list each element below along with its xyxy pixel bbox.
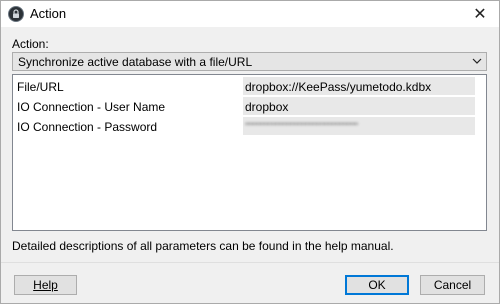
window-title: Action — [30, 6, 67, 21]
parameter-value-field[interactable]: dropbox://KeePass/yumetodo.kdbx — [243, 77, 475, 95]
action-label: Action: — [12, 37, 49, 51]
parameter-value: dropbox://KeePass/yumetodo.kdbx — [245, 80, 432, 94]
parameters-list: File/URL dropbox://KeePass/yumetodo.kdbx… — [12, 74, 487, 231]
footer-divider — [1, 262, 499, 263]
action-dropdown[interactable]: Synchronize active database with a file/… — [12, 52, 487, 71]
close-icon: ✕ — [473, 6, 487, 23]
help-hint-text: Detailed descriptions of all parameters … — [12, 239, 394, 253]
chevron-down-icon — [472, 55, 482, 70]
password-value-obscured: """""""""""""""""""""""""""""" — [245, 120, 358, 134]
cancel-button[interactable]: Cancel — [420, 275, 485, 295]
ok-button[interactable]: OK — [345, 275, 409, 295]
parameter-row-password: IO Connection - Password """""""""""""""… — [13, 116, 486, 136]
cancel-button-label: Cancel — [433, 278, 472, 292]
parameter-row-user-name: IO Connection - User Name dropbox — [13, 96, 486, 116]
parameter-name: IO Connection - User Name — [17, 100, 166, 114]
action-dialog: Action ✕ Action: Synchronize active data… — [0, 0, 500, 304]
help-button[interactable]: Help — [14, 275, 77, 295]
action-selected-value: Synchronize active database with a file/… — [18, 55, 253, 69]
title-bar[interactable]: Action ✕ — [1, 1, 499, 27]
help-button-label: Help — [33, 278, 58, 292]
parameter-value-field[interactable]: """""""""""""""""""""""""""""" — [243, 117, 475, 135]
keepass-lock-icon — [8, 6, 24, 22]
parameter-row-file-url: File/URL dropbox://KeePass/yumetodo.kdbx — [13, 76, 486, 96]
close-button[interactable]: ✕ — [461, 1, 499, 27]
parameter-value-field[interactable]: dropbox — [243, 97, 475, 115]
ok-button-label: OK — [368, 278, 386, 292]
parameter-value: dropbox — [245, 100, 289, 114]
parameter-name: File/URL — [17, 80, 64, 94]
parameter-name: IO Connection - Password — [17, 120, 158, 134]
